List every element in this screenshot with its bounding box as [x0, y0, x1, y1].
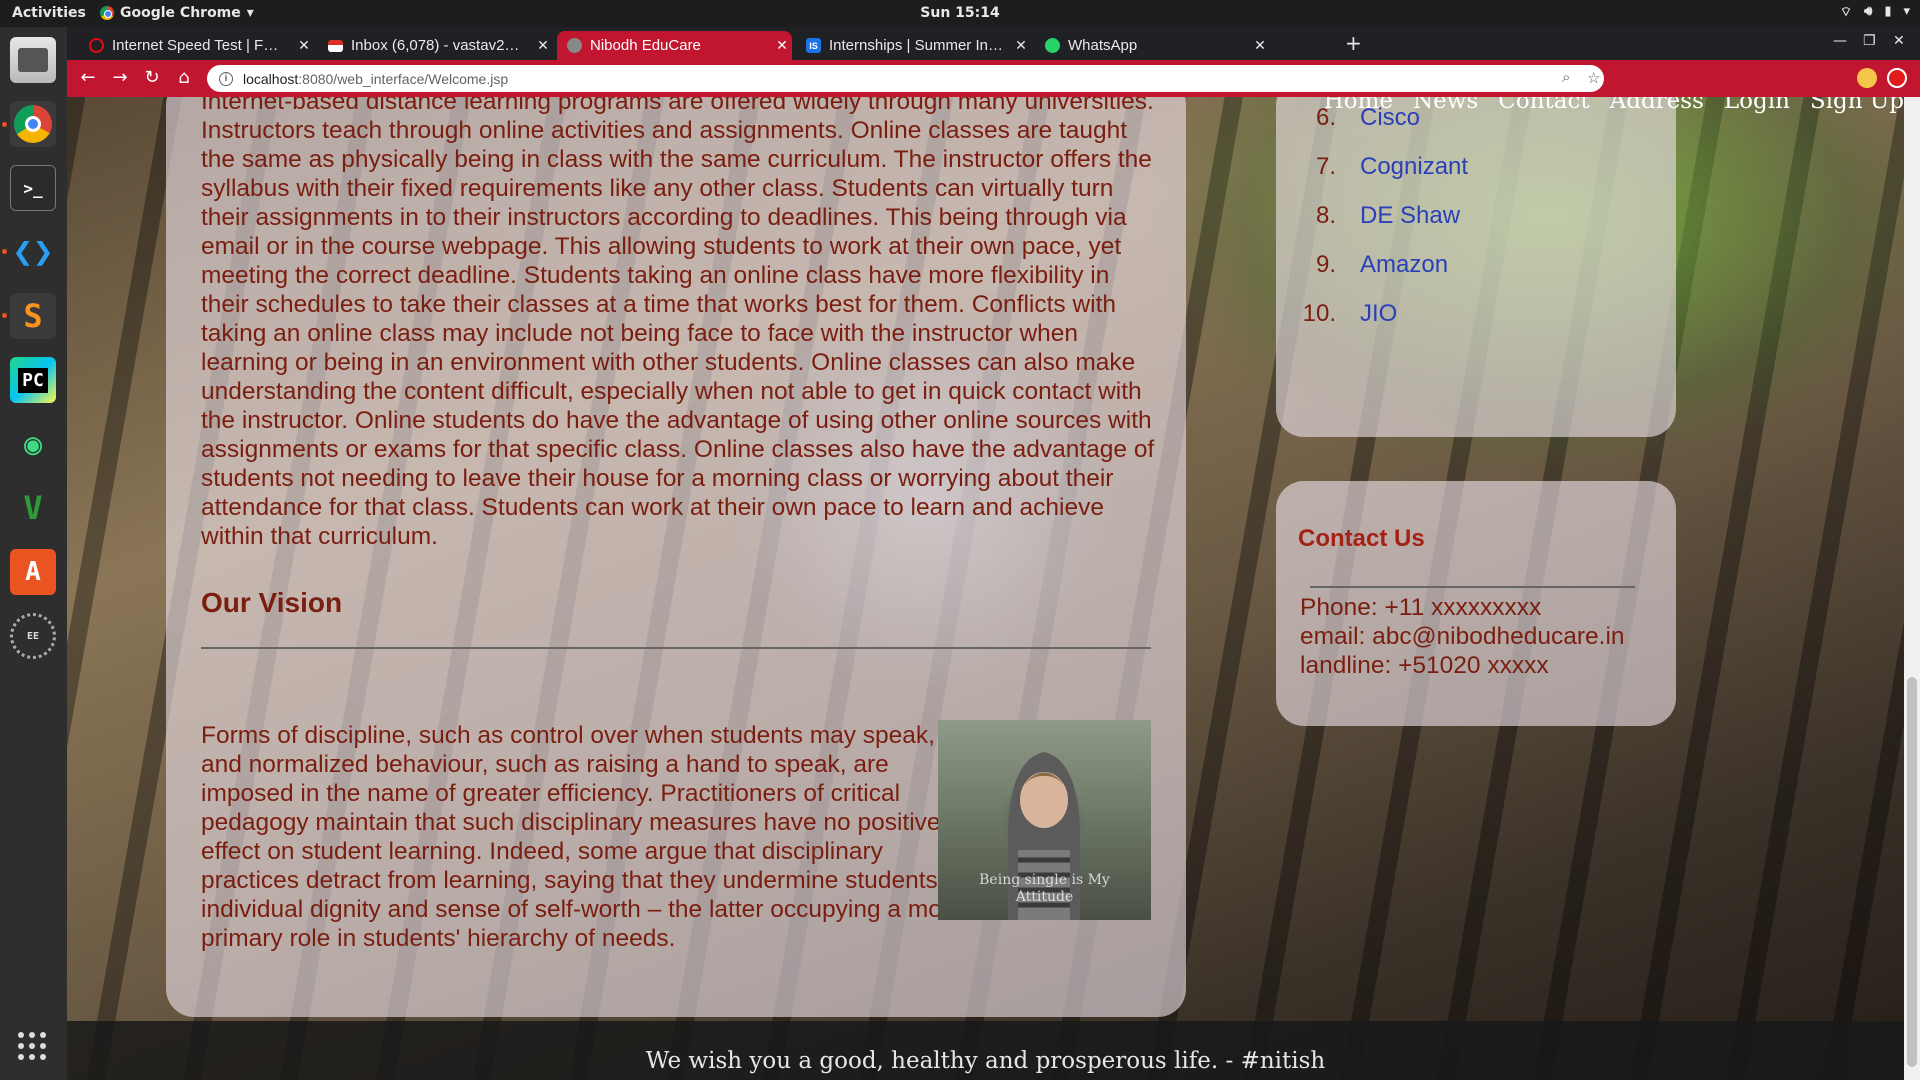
contact-divider: [1310, 586, 1635, 588]
tab-nibodh-educare[interactable]: Nibodh EduCare ✕: [557, 31, 792, 60]
contact-landline: landline: +51020 xxxxx: [1300, 652, 1549, 679]
vision-heading: Our Vision: [201, 587, 343, 618]
terminal-icon[interactable]: >_: [10, 165, 56, 211]
pycharm-icon[interactable]: PC: [10, 357, 56, 403]
minimize-button[interactable]: —: [1833, 33, 1847, 49]
list-number: 7.: [1315, 152, 1336, 180]
vision-photo: Being single is My Attitude: [938, 720, 1151, 920]
bookmark-star-icon[interactable]: ☆: [1587, 69, 1600, 87]
company-list: 6. Cisco 7. Cognizant 8. DE Shaw 9. Amazon 1…: [1292, 97, 1468, 338]
close-tab-icon[interactable]: ✕: [533, 37, 553, 54]
address-bar[interactable]: i localhost:8080/web_interface/Welcome.j…: [207, 65, 1604, 92]
forward-button[interactable]: →: [109, 67, 131, 88]
contact-email: email: abc@nibodheducare.in: [1300, 623, 1625, 650]
chevron-down-icon: ▾: [1903, 4, 1910, 19]
tab-whatsapp[interactable]: WhatsApp ✕: [1035, 31, 1270, 60]
contact-heading: Contact Us: [1298, 525, 1425, 552]
page-scrollbar[interactable]: [1904, 97, 1920, 1080]
tab-fast[interactable]: Internet Speed Test | Fast.com ✕: [79, 31, 314, 60]
tab-title: Nibodh EduCare: [590, 37, 701, 54]
nav-contact[interactable]: Contact: [1498, 97, 1589, 114]
close-tab-icon[interactable]: ✕: [1250, 37, 1270, 54]
vim-icon[interactable]: V: [10, 485, 56, 531]
running-indicator: [2, 249, 7, 254]
page-favicon-icon: [567, 38, 582, 53]
url-path: :8080/web_interface/Welcome.jsp: [298, 70, 509, 87]
scrollbar-thumb[interactable]: [1907, 677, 1917, 1067]
close-tab-icon[interactable]: ✕: [294, 37, 314, 54]
tab-title: Internships | Summer Internships: [829, 37, 1003, 54]
restore-button[interactable]: ❐: [1863, 33, 1876, 49]
nav-address[interactable]: Address: [1610, 97, 1704, 114]
company-link[interactable]: Cognizant: [1360, 153, 1468, 181]
company-link[interactable]: Amazon: [1360, 251, 1448, 279]
files-icon[interactable]: [10, 37, 56, 83]
back-button[interactable]: ←: [77, 67, 99, 88]
system-top-bar: Activities Google Chrome ▾ Sun 15:14 ⌔ 🔊…: [0, 0, 1920, 27]
company-link[interactable]: DE Shaw: [1360, 202, 1460, 230]
nav-home[interactable]: Home: [1324, 97, 1393, 114]
list-item: 8. DE Shaw: [1292, 191, 1468, 240]
contact-phone: Phone: +11 xxxxxxxxx: [1300, 594, 1542, 621]
chrome-icon[interactable]: [10, 101, 56, 147]
clock[interactable]: Sun 15:14: [0, 5, 1920, 21]
zoom-icon[interactable]: ⌕: [1562, 69, 1570, 86]
close-tab-icon[interactable]: ✕: [772, 37, 792, 54]
system-tray[interactable]: ⌔ 🔊︎ ▮ ▾: [1840, 4, 1910, 20]
battery-icon: ▮: [1884, 4, 1892, 19]
list-number: 10.: [1302, 299, 1336, 327]
page-footer: We wish you a good, healthy and prospero…: [67, 1021, 1904, 1080]
nav-login[interactable]: Login: [1724, 97, 1790, 114]
tab-gmail[interactable]: Inbox (6,078) - vastav2087 ✕: [318, 31, 553, 60]
vscode-icon[interactable]: ❮❯: [10, 229, 56, 275]
gmail-favicon-icon: [328, 39, 343, 52]
tab-title: WhatsApp: [1068, 37, 1138, 54]
tab-title: Inbox (6,078) - vastav2087: [351, 37, 525, 54]
new-tab-button[interactable]: +: [1345, 31, 1362, 55]
running-indicator: [2, 122, 7, 127]
dock: >_ ❮❯ S PC ◉ V A EE: [0, 27, 67, 1080]
reload-button[interactable]: ↻: [141, 67, 163, 88]
vision-photo-caption: Being single is My Attitude: [979, 872, 1110, 905]
close-window-button[interactable]: ✕: [1893, 33, 1905, 49]
vision-divider: [201, 647, 1151, 649]
browser-toolbar: ← → ↻ ⌂ i localhost:8080/web_interface/W…: [67, 60, 1920, 97]
nav-news[interactable]: News: [1413, 97, 1478, 114]
vision-paragraph: Forms of discipline, such as control ove…: [201, 722, 964, 952]
tab-title: Internet Speed Test | Fast.com: [112, 37, 286, 54]
site-info-icon[interactable]: i: [219, 71, 233, 86]
whatsapp-favicon-icon: [1045, 38, 1060, 53]
page-viewport: Internet-based distance learning program…: [67, 97, 1904, 1080]
list-number: 9.: [1315, 250, 1336, 278]
extension-emoji-icon[interactable]: [1857, 68, 1877, 88]
home-button[interactable]: ⌂: [173, 67, 195, 88]
running-indicator: [2, 313, 7, 318]
list-item: 9. Amazon: [1292, 240, 1468, 289]
software-center-icon[interactable]: A: [10, 549, 56, 595]
tab-strip: Internet Speed Test | Fast.com ✕ Inbox (…: [67, 27, 1920, 60]
close-tab-icon[interactable]: ✕: [1011, 37, 1031, 54]
nav-sign-up[interactable]: Sign Up: [1810, 97, 1904, 114]
sublime-text-icon[interactable]: S: [10, 293, 56, 339]
list-item: 7. Cognizant: [1292, 142, 1468, 191]
intro-paragraph: Internet-based distance learning program…: [201, 97, 1155, 550]
url-host: localhost: [243, 70, 299, 87]
internshala-favicon-icon: IS: [806, 38, 821, 53]
java-ee-ide-icon[interactable]: EE: [10, 613, 56, 659]
volume-icon: 🔊︎: [1864, 4, 1873, 19]
show-applications-icon[interactable]: [18, 1032, 46, 1060]
wifi-icon: ⌔: [1839, 5, 1853, 20]
site-navigation: Home News Contact Address Login Sign Up: [1324, 97, 1904, 114]
company-link[interactable]: JIO: [1360, 300, 1397, 328]
extension-red-icon[interactable]: [1887, 68, 1907, 88]
android-studio-icon[interactable]: ◉: [10, 421, 56, 467]
list-number: 8.: [1315, 201, 1336, 229]
tab-internshala[interactable]: IS Internships | Summer Internships ✕: [796, 31, 1031, 60]
list-item: 10. JIO: [1292, 289, 1468, 338]
fast-favicon-icon: [89, 38, 104, 53]
